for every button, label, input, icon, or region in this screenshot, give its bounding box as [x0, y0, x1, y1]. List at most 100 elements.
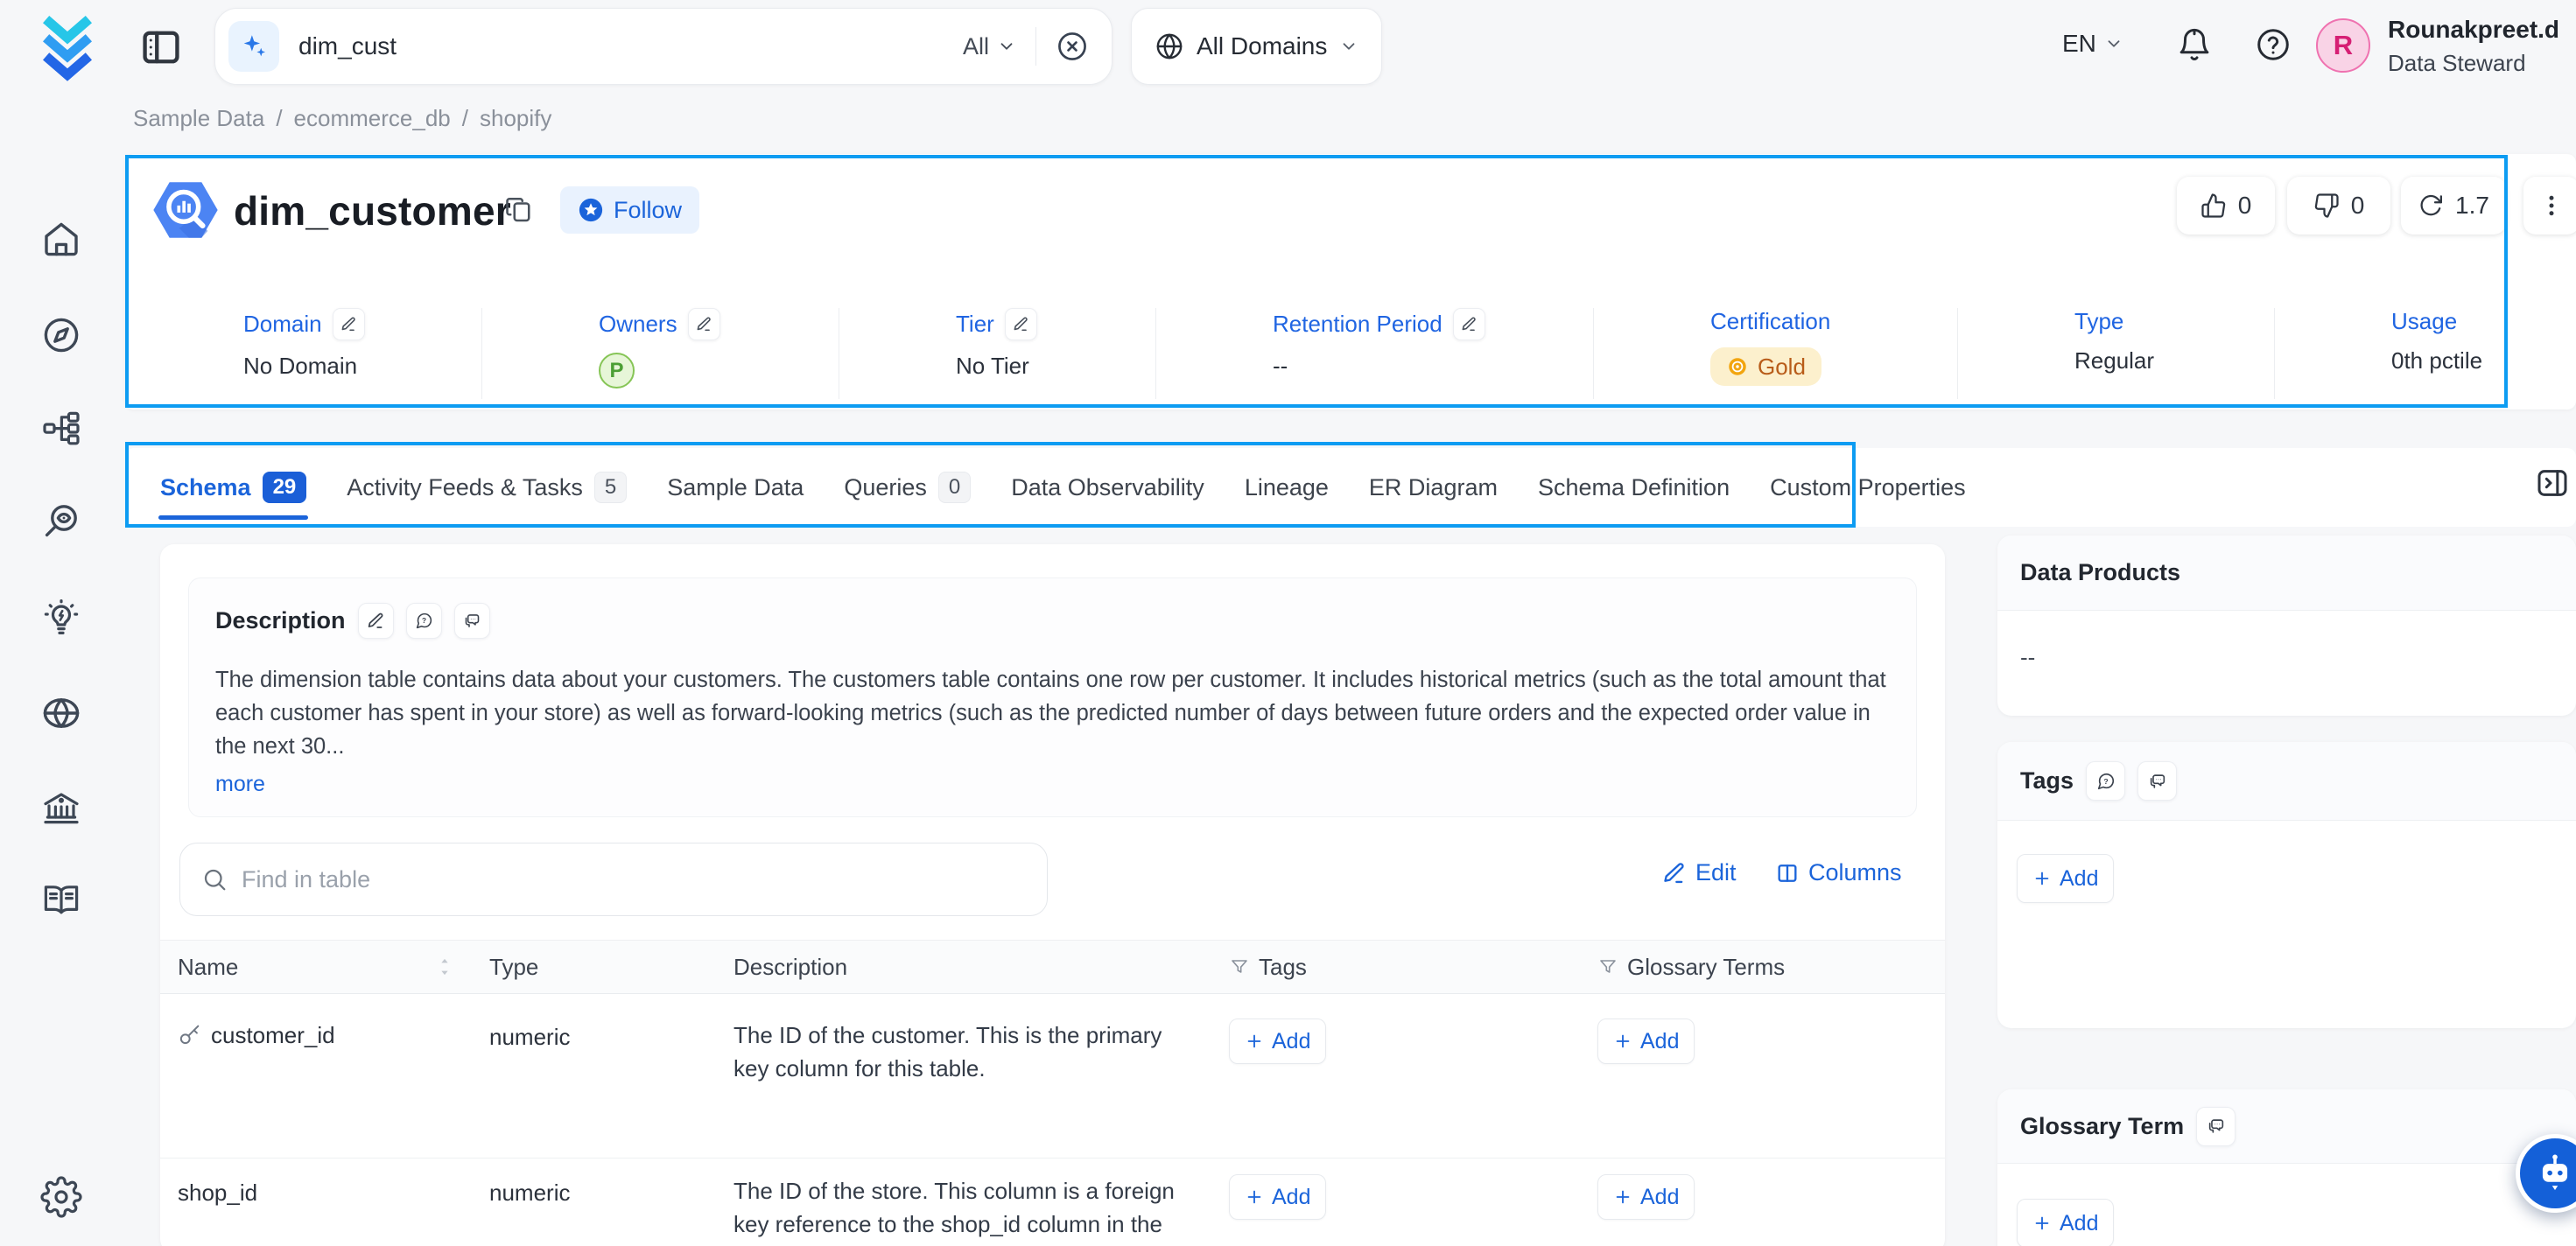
edit-description-button[interactable]	[358, 603, 394, 639]
columns-config-button[interactable]: Columns	[1775, 859, 1902, 886]
chevron-down-icon	[1339, 37, 1358, 56]
columns-config-label: Columns	[1808, 859, 1902, 886]
sort-icon[interactable]	[435, 956, 454, 978]
downvote-button[interactable]: 0	[2287, 177, 2390, 234]
edit-tier-button[interactable]	[1005, 308, 1037, 340]
help-icon[interactable]	[2255, 26, 2292, 63]
search-scope-dropdown[interactable]: All	[963, 33, 1016, 60]
collate-logo-icon	[33, 10, 102, 82]
column-name[interactable]: shop_id	[178, 1180, 257, 1206]
nav-domains[interactable]	[40, 692, 82, 734]
notifications-bell-icon[interactable]	[2176, 26, 2213, 63]
add-glossary-term-button[interactable]: Add	[1597, 1174, 1695, 1220]
meta-tier: Tier No Tier	[839, 308, 1156, 399]
bigquery-service-icon	[147, 172, 224, 253]
edit-table-button[interactable]: Edit	[1662, 859, 1737, 886]
domain-filter-dropdown[interactable]: All Domains	[1131, 8, 1382, 85]
breadcrumb-item[interactable]: shopify	[480, 105, 551, 132]
description-text: The dimension table contains data about …	[215, 663, 1896, 763]
nav-settings[interactable]	[40, 1176, 82, 1218]
tab-custom-properties-label: Custom Properties	[1770, 474, 1966, 501]
kebab-menu-icon	[2538, 192, 2565, 219]
request-tags-button[interactable]: ?	[2086, 761, 2125, 801]
edit-table-label: Edit	[1695, 859, 1737, 886]
thumbs-up-icon	[2200, 192, 2227, 219]
nav-explore[interactable]	[40, 314, 82, 356]
tab-data-observability[interactable]: Data Observability	[1011, 474, 1204, 501]
tab-lineage[interactable]: Lineage	[1245, 474, 1329, 501]
more-options-button[interactable]	[2523, 177, 2576, 234]
follow-button[interactable]: Follow	[560, 186, 699, 234]
request-description-button[interactable]: ?	[406, 603, 442, 639]
meta-owners-label: Owners	[599, 311, 677, 338]
add-glossary-term-button[interactable]: Add	[2017, 1199, 2114, 1246]
breadcrumb-item[interactable]: ecommerce_db	[294, 105, 451, 132]
home-icon	[40, 219, 82, 261]
meta-type-value: Regular	[2074, 347, 2274, 374]
find-in-table-input[interactable]	[242, 866, 1026, 893]
edit-owners-button[interactable]	[688, 308, 720, 340]
tab-schema-definition[interactable]: Schema Definition	[1538, 474, 1730, 501]
nav-home[interactable]	[40, 219, 82, 261]
tab-queries[interactable]: Queries 0	[844, 472, 971, 503]
column-header-name[interactable]: Name	[160, 941, 477, 993]
lightbulb-insights-icon	[40, 598, 82, 640]
edit-domain-button[interactable]	[333, 308, 365, 340]
nav-observability[interactable]	[40, 501, 82, 543]
add-tag-button[interactable]: Add	[1229, 1018, 1326, 1064]
edit-retention-button[interactable]	[1453, 308, 1485, 340]
chevron-down-icon	[997, 37, 1016, 56]
app-logo[interactable]	[33, 10, 102, 87]
meta-tier-label: Tier	[956, 311, 994, 338]
column-name[interactable]: customer_id	[211, 1022, 335, 1049]
clear-search-icon[interactable]	[1056, 30, 1089, 63]
language-selector[interactable]: EN	[2062, 30, 2123, 58]
header-description-label: Description	[733, 954, 847, 981]
meta-certification-label: Certification	[1710, 308, 1830, 335]
cell-name: shop_id	[160, 1158, 477, 1246]
add-tag-button[interactable]: Add	[1229, 1174, 1326, 1220]
global-search-input[interactable]	[298, 32, 944, 60]
column-type: numeric	[489, 1180, 570, 1206]
tab-sample-data[interactable]: Sample Data	[667, 474, 804, 501]
tab-activity-feeds[interactable]: Activity Feeds & Tasks 5	[347, 472, 627, 503]
nav-governance[interactable]	[40, 788, 82, 830]
glossary-term-header: Glossary Term	[1997, 1089, 2576, 1164]
user-info[interactable]: Rounakpreet.d Data Steward	[2388, 16, 2559, 77]
sidebar-toggle-button[interactable]	[138, 24, 184, 70]
tab-er-diagram[interactable]: ER Diagram	[1369, 474, 1498, 501]
svg-text:?: ?	[421, 616, 425, 625]
description-more-link[interactable]: more	[215, 772, 265, 797]
breadcrumb-separator: /	[462, 105, 468, 132]
owner-avatar[interactable]: P	[599, 353, 635, 388]
copy-name-icon[interactable]	[503, 194, 535, 226]
version-button[interactable]: 1.7	[2401, 177, 2506, 234]
add-glossary-term-button[interactable]: Add	[1597, 1018, 1695, 1064]
cell-glossary-terms: Add	[1589, 994, 1945, 1158]
columns-table: Name Type Description Tags	[160, 940, 1945, 1246]
breadcrumb-separator: /	[276, 105, 282, 132]
tab-schema[interactable]: Schema 29	[160, 472, 306, 503]
bank-governance-icon	[40, 788, 82, 830]
column-header-tags: Tags	[1217, 941, 1589, 993]
nav-glossary[interactable]	[40, 879, 82, 921]
filter-funnel-icon[interactable]	[1229, 956, 1250, 977]
header-tags-label: Tags	[1259, 954, 1307, 981]
sidebar-toggle-icon	[138, 24, 184, 70]
filter-funnel-icon[interactable]	[1597, 956, 1618, 977]
user-avatar[interactable]: R	[2316, 18, 2370, 73]
description-conversation-button[interactable]	[454, 603, 490, 639]
collapse-right-panel-icon[interactable]	[2535, 466, 2570, 500]
breadcrumb-item[interactable]: Sample Data	[133, 105, 264, 132]
glossary-conversation-button[interactable]	[2196, 1107, 2236, 1146]
add-tags-button[interactable]: Add	[2017, 854, 2114, 903]
tags-conversation-button[interactable]	[2137, 761, 2177, 801]
nav-insights[interactable]	[40, 598, 82, 640]
search-icon	[201, 866, 228, 892]
nav-data-assets[interactable]	[40, 408, 82, 450]
upvote-button[interactable]: 0	[2177, 177, 2275, 234]
robot-icon	[2532, 1151, 2576, 1196]
tab-custom-properties[interactable]: Custom Properties	[1770, 474, 1966, 501]
global-search-bar[interactable]: All	[214, 8, 1113, 85]
tags-title: Tags	[2020, 767, 2074, 794]
